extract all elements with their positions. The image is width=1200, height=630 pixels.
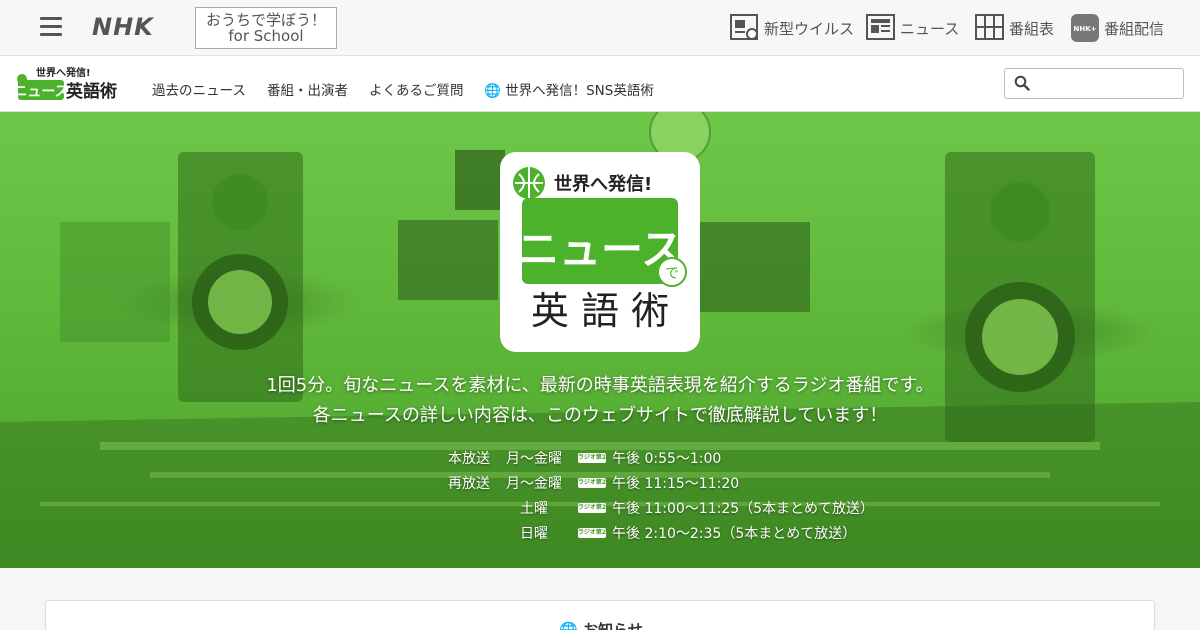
schedule-label-3: 日曜: [520, 526, 548, 542]
prog-nav-faq[interactable]: よくあるご質問: [369, 79, 464, 99]
radio2-badge: ラジオ第2: [578, 528, 607, 538]
nhk-top-bar: NHK おうちで学ぼう！ for School 新型ウイルス ニュース 番組表 …: [0, 0, 1200, 56]
school-line1: おうちで学ぼう！: [205, 11, 326, 29]
virus-news-icon: [730, 14, 758, 40]
notice-title-text: お知らせ: [583, 621, 643, 630]
program-logo-sub: 英語術: [66, 81, 117, 102]
schedule-time-3-text: 午後 2:10～2:35（5本まとめて放送）: [612, 526, 857, 542]
notice-title: 🌐 お知らせ: [46, 619, 1156, 630]
program-logo[interactable]: 世界へ発信! ニュース 英語術: [16, 66, 122, 104]
menu-icon[interactable]: [40, 17, 62, 37]
nav-news[interactable]: ニュース: [866, 14, 959, 42]
schedule-label-1: 再放送: [448, 476, 490, 492]
schedule-days-0: 月～金曜: [506, 451, 562, 467]
nav-news-label: ニュース: [900, 19, 960, 38]
nhk-plus-icon: NHK+: [1071, 14, 1099, 42]
prog-nav-sns[interactable]: 🌐 世界へ発信！SNS英語術: [484, 79, 654, 99]
schedule-days-1: 月～金曜: [506, 476, 562, 492]
radio2-badge: ラジオ第2: [578, 503, 607, 513]
program-logo-main: ニュース: [16, 84, 69, 100]
nav-virus-label: 新型ウイルス: [764, 19, 855, 38]
school-line2: for School: [228, 27, 304, 45]
notice-panel: 🌐 お知らせ: [45, 600, 1155, 630]
news-icon: [866, 14, 895, 40]
radio2-badge: ラジオ第2: [578, 478, 607, 488]
program-header: 世界へ発信! ニュース 英語術 過去のニュース 番組・出演者 よくあるご質問 🌐…: [0, 56, 1200, 112]
schedule-label-2: 土曜: [520, 501, 548, 517]
nav-program-table-label: 番組表: [1009, 19, 1055, 38]
radio2-badge: ラジオ第2: [578, 453, 607, 463]
prog-nav-cast[interactable]: 番組・出演者: [267, 79, 348, 99]
prog-nav-sns-label: 世界へ発信！SNS英語術: [505, 83, 654, 99]
schedule-time-3: ラジオ第2 午後 2:10～2:35（5本まとめて放送）: [578, 523, 856, 543]
globe-icon: 🌐: [484, 83, 501, 99]
schedule-label-0: 本放送: [448, 451, 490, 467]
hero-description-2: 各ニュースの詳しい内容は、このウェブサイトで徹底解説しています！: [312, 405, 888, 426]
card-sub-text: 英 語 術: [531, 289, 669, 333]
search-icon: [1014, 75, 1030, 91]
program-table-icon: [975, 14, 1004, 40]
program-logo-top: 世界へ発信!: [36, 66, 91, 79]
hero-description-1: 1回5分。旬なニュースを素材に、最新の時事英語表現を紹介するラジオ番組です。: [266, 375, 934, 396]
schedule-time-1-text: 午後 11:15～11:20: [612, 476, 740, 492]
hero-banner: 世界へ発信! ニュース で 英 語 術 1回5分。旬なニュースを素材に、最新の時…: [0, 112, 1200, 568]
prog-nav-past-news[interactable]: 過去のニュース: [152, 79, 246, 99]
program-logo-large: 世界へ発信! ニュース で 英 語 術: [513, 167, 687, 333]
search-box[interactable]: [1004, 68, 1184, 99]
search-input[interactable]: [1033, 69, 1183, 98]
schedule-time-2-text: 午後 11:00～11:25（5本まとめて放送）: [612, 501, 875, 517]
schedule-time-0: ラジオ第2 午後 0:55～1:00: [578, 448, 721, 468]
nav-nhk-plus-label: 番組配信: [1104, 19, 1165, 38]
schedule-time-0-text: 午後 0:55～1:00: [612, 451, 722, 467]
schedule-time-2: ラジオ第2 午後 11:00～11:25（5本まとめて放送）: [578, 498, 874, 518]
schedule-time-1: ラジオ第2 午後 11:15～11:20: [578, 473, 739, 493]
nhk-logo[interactable]: NHK: [92, 13, 154, 41]
nav-nhk-plus[interactable]: NHK+ 番組配信: [1071, 14, 1164, 42]
program-logo-card: 世界へ発信! ニュース で 英 語 術: [500, 152, 700, 352]
card-top-text: 世界へ発信!: [554, 173, 652, 195]
globe-icon: 🌐: [559, 621, 578, 630]
nav-virus[interactable]: 新型ウイルス: [730, 14, 854, 42]
for-school-link[interactable]: おうちで学ぼう！ for School: [195, 7, 337, 49]
card-de-text: で: [665, 266, 679, 282]
nav-program-table[interactable]: 番組表: [975, 14, 1054, 42]
svg-text:NHK+: NHK+: [1073, 25, 1096, 33]
